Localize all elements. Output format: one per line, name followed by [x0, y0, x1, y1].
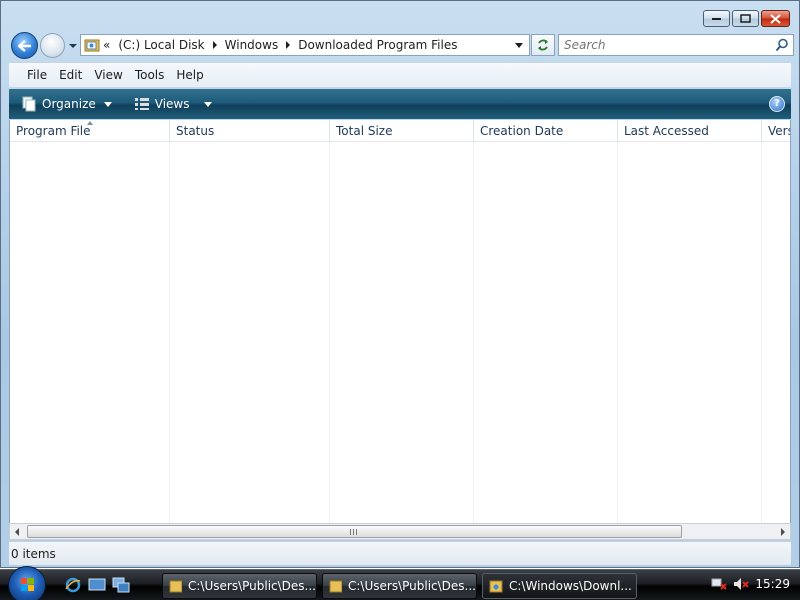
- folder-icon: [84, 39, 100, 52]
- explorer-window: « (C:) Local Disk Windows Downloaded Pro…: [0, 0, 800, 568]
- breadcrumb-downloaded-program-files[interactable]: Downloaded Program Files: [298, 38, 457, 52]
- command-bar: Organize Views ?: [9, 89, 791, 119]
- address-overflow[interactable]: «: [103, 38, 110, 52]
- column-total-size[interactable]: Total Size: [330, 120, 474, 142]
- menu-help[interactable]: Help: [176, 66, 210, 84]
- chevron-down-icon: [203, 101, 212, 107]
- volume-muted-icon[interactable]: [733, 577, 750, 591]
- caption-buttons: [703, 10, 790, 27]
- column-label: Creation Date: [480, 124, 564, 138]
- menu-bar: File Edit View Tools Help: [9, 62, 791, 87]
- help-icon[interactable]: ?: [769, 96, 785, 112]
- switch-windows-icon[interactable]: [112, 577, 130, 593]
- item-count: 0 items: [11, 546, 56, 561]
- folder-icon: [329, 580, 342, 593]
- taskbar-button-downloaded-program-files[interactable]: C:\Windows\Downl...: [482, 573, 637, 599]
- sort-ascending-icon: [87, 121, 93, 125]
- column-divider: [761, 142, 762, 523]
- views-label: Views: [154, 97, 190, 111]
- search-input[interactable]: [564, 35, 764, 55]
- address-bar[interactable]: « (C:) Local Disk Windows Downloaded Pro…: [80, 34, 530, 56]
- status-bar: 0 items: [9, 541, 791, 565]
- breadcrumb-separator[interactable]: [212, 41, 217, 49]
- column-label: Program File: [16, 124, 91, 138]
- column-divider: [473, 142, 474, 523]
- menu-tools[interactable]: Tools: [135, 66, 172, 84]
- refresh-icon: [538, 39, 548, 51]
- scroll-left-icon[interactable]: [15, 528, 19, 536]
- column-label: Total Size: [336, 124, 393, 138]
- column-divider: [329, 142, 330, 523]
- folder-icon: [169, 580, 182, 593]
- internet-explorer-icon[interactable]: [64, 577, 82, 593]
- views-icon: [134, 98, 149, 110]
- chevron-down-icon: [103, 101, 112, 107]
- grip-icon: [350, 529, 357, 535]
- taskbar-button-label: C:\Users\Public\Des...: [188, 579, 316, 593]
- column-status[interactable]: Status: [170, 120, 330, 142]
- recent-pages-dropdown[interactable]: [68, 41, 78, 51]
- column-version[interactable]: Versi: [762, 120, 790, 142]
- search-icon[interactable]: [775, 38, 789, 52]
- scroll-right-icon[interactable]: [781, 528, 785, 536]
- column-label: Versi: [768, 124, 790, 138]
- maximize-icon: [740, 14, 751, 23]
- breadcrumb-local-disk[interactable]: (C:) Local Disk: [118, 38, 204, 52]
- column-divider: [169, 142, 170, 523]
- arrow-left-icon: [17, 39, 31, 52]
- organize-button[interactable]: Organize: [17, 94, 116, 114]
- taskbar-button-public-desktop-1[interactable]: C:\Users\Public\Des...: [162, 573, 317, 599]
- file-list[interactable]: Program File Status Total Size Creation …: [9, 120, 791, 523]
- close-button[interactable]: [761, 10, 790, 27]
- menu-edit[interactable]: Edit: [59, 66, 89, 84]
- refresh-button[interactable]: [531, 34, 555, 56]
- taskbar-button-label: C:\Users\Public\Des...: [348, 579, 476, 593]
- close-icon: [770, 13, 781, 24]
- column-creation-date[interactable]: Creation Date: [474, 120, 618, 142]
- column-program-file[interactable]: Program File: [10, 120, 170, 142]
- column-divider: [617, 142, 618, 523]
- organize-icon: [22, 96, 36, 112]
- quick-launch: [64, 577, 130, 593]
- menu-file[interactable]: File: [27, 66, 54, 84]
- windows-logo-icon: [21, 578, 34, 591]
- maximize-button[interactable]: [732, 10, 759, 27]
- breadcrumb-separator[interactable]: [286, 41, 291, 49]
- forward-button[interactable]: [40, 33, 65, 58]
- notification-area: 15:29: [711, 577, 790, 591]
- start-button[interactable]: [8, 566, 46, 600]
- scrollbar-thumb[interactable]: [27, 525, 682, 538]
- show-desktop-icon[interactable]: [88, 577, 106, 593]
- organize-label: Organize: [42, 97, 96, 111]
- column-label: Last Accessed: [624, 124, 709, 138]
- breadcrumb-windows[interactable]: Windows: [225, 38, 279, 52]
- minimize-icon: [711, 17, 721, 20]
- taskbar: C:\Users\Public\Des... C:\Users\Public\D…: [0, 566, 800, 600]
- address-dropdown[interactable]: [515, 43, 523, 48]
- column-last-accessed[interactable]: Last Accessed: [618, 120, 762, 142]
- back-button[interactable]: [11, 32, 38, 59]
- clock[interactable]: 15:29: [755, 577, 790, 591]
- navigation-bar: « (C:) Local Disk Windows Downloaded Pro…: [9, 32, 794, 60]
- horizontal-scrollbar[interactable]: [9, 523, 791, 540]
- column-headers: Program File Status Total Size Creation …: [10, 120, 790, 142]
- search-box[interactable]: [558, 34, 794, 56]
- taskbar-button-public-desktop-2[interactable]: C:\Users\Public\Des...: [322, 573, 477, 599]
- minimize-button[interactable]: [703, 10, 730, 27]
- folder-icon: [489, 580, 503, 593]
- views-button[interactable]: Views: [130, 95, 216, 113]
- menu-view[interactable]: View: [94, 66, 129, 84]
- network-status-icon[interactable]: [711, 577, 728, 591]
- column-label: Status: [176, 124, 215, 138]
- taskbar-button-label: C:\Windows\Downl...: [509, 579, 632, 593]
